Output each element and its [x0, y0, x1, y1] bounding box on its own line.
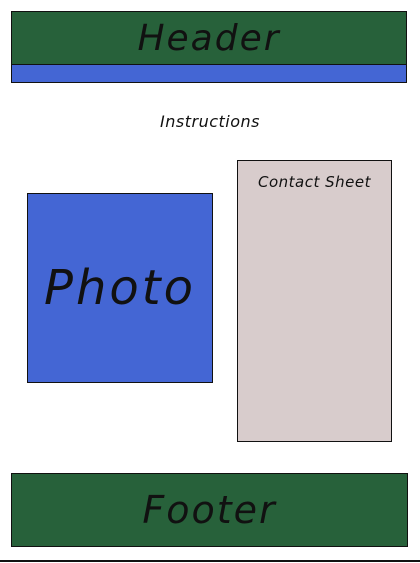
- header-label: Header: [137, 17, 281, 59]
- photo-block: Photo: [27, 193, 213, 383]
- contact-sheet-label: Contact Sheet: [258, 173, 371, 191]
- footer-block: Footer: [11, 473, 408, 547]
- contact-sheet-block: Contact Sheet: [237, 160, 392, 442]
- header-block: Header: [11, 11, 407, 83]
- header-strip: [12, 65, 406, 82]
- footer-label: Footer: [142, 488, 277, 532]
- photo-label: Photo: [44, 260, 196, 316]
- page-bottom-rule: [0, 560, 420, 562]
- header-bar: Header: [12, 12, 406, 65]
- instructions-label: Instructions: [160, 112, 260, 131]
